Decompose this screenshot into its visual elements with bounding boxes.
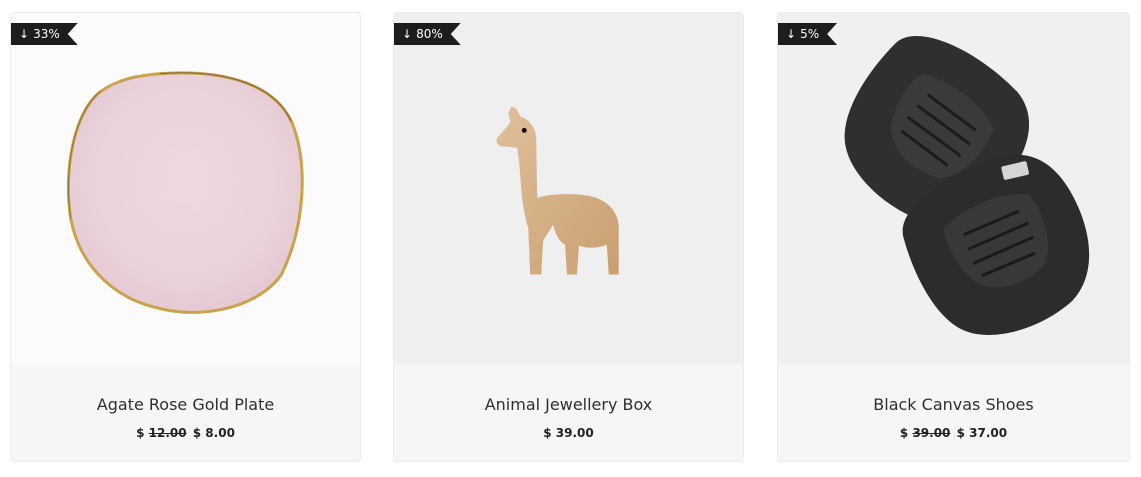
product-image-area[interactable]: ↓ 5% <box>778 13 1129 364</box>
product-info: Agate Rose Gold Plate $ 12.00 $ 8.00 <box>11 364 360 461</box>
product-title[interactable]: Black Canvas Shoes <box>778 395 1129 414</box>
discount-badge: ↓ 80% <box>394 23 461 45</box>
original-price: 12.00 <box>148 426 187 440</box>
wooden-llama-image <box>496 106 619 275</box>
product-info: Animal Jewellery Box $ 39.00 <box>394 364 743 461</box>
product-grid: ↓ 33% Agate Rose Gold Plate $ 12.00 $ 8.… <box>0 0 1141 477</box>
product-info: Black Canvas Shoes $ 39.00 $ 37.00 <box>778 364 1129 461</box>
down-arrow-icon: ↓ <box>19 27 30 41</box>
down-arrow-icon: ↓ <box>402 27 413 41</box>
product-image-area[interactable]: ↓ 80% <box>394 13 743 364</box>
black-shoes-image <box>844 36 1090 335</box>
product-price: $ 39.00 $ 37.00 <box>899 426 1008 440</box>
pink-plate-image <box>66 71 304 314</box>
original-price: 39.00 <box>912 426 951 440</box>
product-card-animal-jewellery-box[interactable]: ↓ 80% Animal Jewellery Box $ 39.00 <box>393 12 744 462</box>
product-card-black-canvas-shoes[interactable]: ↓ 5% Black Canvas Shoes $ 39.00 $ 37.00 <box>777 12 1130 462</box>
discount-badge: ↓ 33% <box>11 23 78 45</box>
product-title[interactable]: Animal Jewellery Box <box>394 395 743 414</box>
product-price: $ 39.00 <box>394 426 743 440</box>
sale-price: $ 39.00 <box>543 426 594 440</box>
product-price: $ 12.00 $ 8.00 <box>136 426 235 440</box>
product-card-agate-rose-gold-plate[interactable]: ↓ 33% Agate Rose Gold Plate $ 12.00 $ 8.… <box>10 12 361 462</box>
sale-price: $ 8.00 <box>192 426 235 440</box>
product-image-area[interactable]: ↓ 33% <box>11 13 360 364</box>
product-title[interactable]: Agate Rose Gold Plate <box>11 395 360 414</box>
down-arrow-icon: ↓ <box>786 27 797 41</box>
sale-price: $ 37.00 <box>956 426 1008 440</box>
